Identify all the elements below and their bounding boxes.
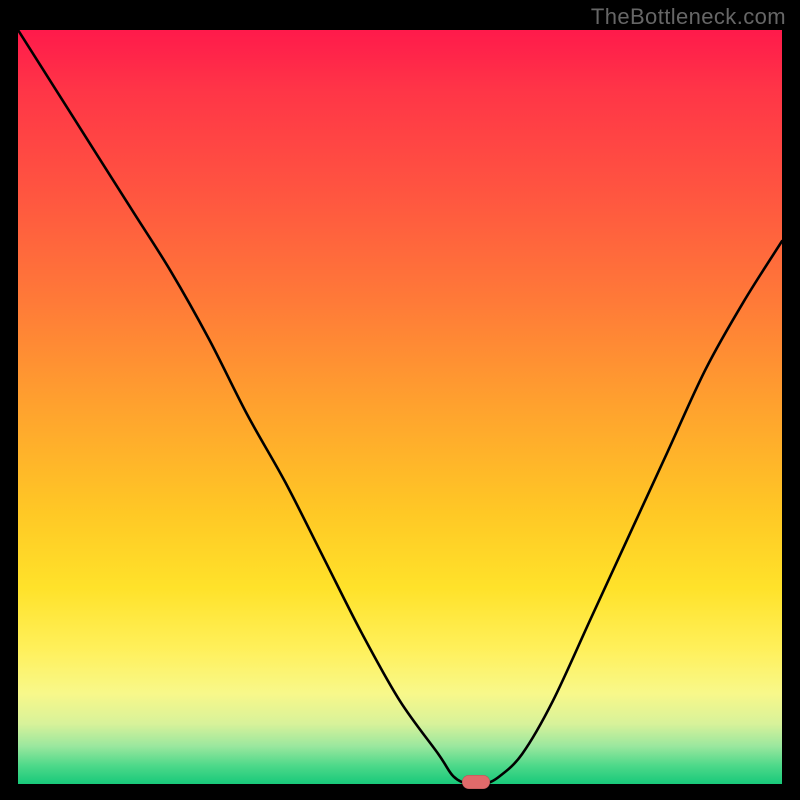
chart-frame: TheBottleneck.com — [0, 0, 800, 800]
bottleneck-curve — [18, 30, 782, 784]
optimal-marker — [462, 775, 490, 789]
watermark-text: TheBottleneck.com — [591, 4, 786, 30]
plot-area — [18, 30, 782, 784]
